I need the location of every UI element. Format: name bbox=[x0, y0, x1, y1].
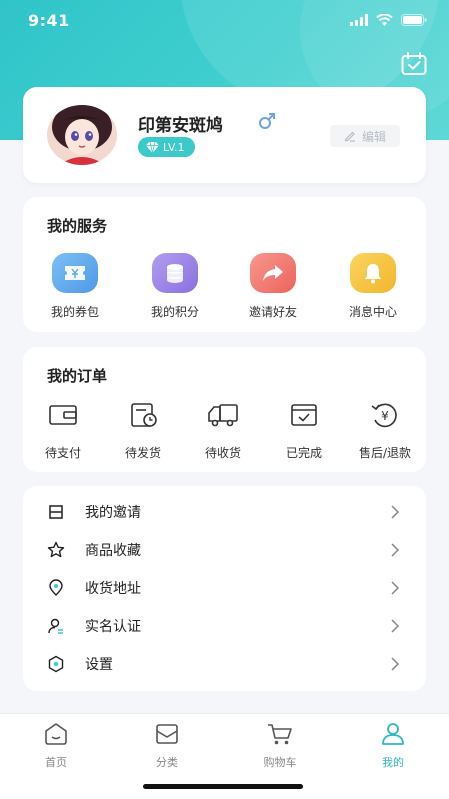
profile-card: 印第安斑鸠 LV.1 编辑 bbox=[23, 87, 426, 183]
order-label: 待收货 bbox=[204, 446, 241, 460]
orders-title: 我的订单 bbox=[47, 367, 108, 385]
order-label: 已完成 bbox=[285, 446, 322, 460]
menu-item-invitations[interactable]: 我的邀请 bbox=[23, 493, 426, 531]
orders-card: 我的订单 待支付 待发货 待收货 已完成 ¥ 售后/退款 bbox=[23, 347, 426, 472]
order-completed[interactable]: 已完成 bbox=[272, 402, 336, 461]
level-label: LV.1 bbox=[163, 140, 185, 154]
tab-label: 我的 bbox=[382, 756, 404, 769]
order-pending-payment[interactable]: 待支付 bbox=[31, 402, 95, 461]
tab-home[interactable]: 首页 bbox=[16, 722, 96, 770]
cart-icon bbox=[268, 724, 292, 745]
menu-item-settings[interactable]: 设置 bbox=[23, 645, 426, 683]
chevron-right-icon bbox=[391, 543, 400, 557]
edit-label: 编辑 bbox=[361, 129, 386, 144]
order-after-sales[interactable]: ¥ 售后/退款 bbox=[353, 402, 417, 461]
truck-icon bbox=[208, 404, 238, 427]
profile-icon bbox=[382, 723, 404, 745]
user-verify-icon bbox=[48, 618, 63, 634]
tab-category[interactable]: 分类 bbox=[127, 722, 207, 770]
order-pending-receipt[interactable]: 待收货 bbox=[191, 402, 255, 461]
tab-profile[interactable]: 我的 bbox=[353, 722, 433, 770]
chevron-right-icon bbox=[391, 619, 400, 633]
check-box-icon bbox=[291, 404, 317, 426]
checkin-calendar-icon[interactable] bbox=[401, 52, 427, 76]
service-label: 邀请好友 bbox=[248, 305, 297, 319]
service-label: 消息中心 bbox=[348, 305, 397, 319]
service-points[interactable]: 我的积分 bbox=[135, 253, 215, 320]
refund-icon: ¥ bbox=[371, 403, 397, 428]
home-indicator[interactable] bbox=[143, 784, 303, 789]
tab-label: 首页 bbox=[45, 756, 67, 769]
home-icon bbox=[45, 723, 67, 745]
svg-text:¥: ¥ bbox=[381, 409, 389, 423]
service-label: 我的积分 bbox=[150, 305, 199, 319]
order-pending-shipment[interactable]: 待发货 bbox=[111, 402, 175, 461]
clock-box-icon bbox=[131, 403, 157, 427]
order-label: 待发货 bbox=[124, 446, 161, 460]
share-icon bbox=[250, 253, 296, 293]
tab-label: 分类 bbox=[156, 756, 178, 769]
wallet-icon bbox=[49, 405, 77, 425]
wifi-icon bbox=[376, 14, 393, 26]
menu-item-address[interactable]: 收货地址 bbox=[23, 569, 426, 607]
location-icon bbox=[49, 579, 63, 596]
invite-icon bbox=[49, 505, 63, 519]
services-card: 我的服务 我的券包 我的积分 邀请好友 消息中心 bbox=[23, 197, 426, 332]
chevron-right-icon bbox=[391, 505, 400, 519]
username: 印第安斑鸠 bbox=[138, 116, 223, 136]
star-icon bbox=[47, 541, 65, 558]
status-icons bbox=[350, 14, 427, 26]
bell-icon bbox=[350, 253, 396, 293]
settings-icon bbox=[48, 655, 64, 673]
order-label: 待支付 bbox=[44, 446, 81, 460]
service-coupons[interactable]: 我的券包 bbox=[35, 253, 115, 320]
chevron-right-icon bbox=[391, 657, 400, 671]
menu-label: 收货地址 bbox=[85, 581, 141, 597]
status-bar: 9:41 bbox=[0, 0, 449, 40]
menu-label: 商品收藏 bbox=[85, 543, 141, 559]
level-badge: LV.1 bbox=[138, 137, 195, 157]
category-icon bbox=[156, 724, 178, 744]
diamond-icon bbox=[146, 141, 159, 153]
avatar[interactable] bbox=[47, 105, 117, 165]
service-messages[interactable]: 消息中心 bbox=[333, 253, 413, 320]
battery-icon bbox=[401, 14, 427, 26]
coupon-icon bbox=[52, 253, 98, 293]
points-icon bbox=[152, 253, 198, 293]
tab-cart[interactable]: 购物车 bbox=[240, 722, 320, 770]
signal-icon bbox=[350, 14, 368, 26]
menu-card: 我的邀请 商品收藏 收货地址 实名认证 设置 bbox=[23, 486, 426, 691]
service-label: 我的券包 bbox=[50, 305, 99, 319]
chevron-right-icon bbox=[391, 581, 400, 595]
tab-label: 购物车 bbox=[263, 756, 297, 769]
order-label: 售后/退款 bbox=[358, 446, 412, 460]
edit-profile-button[interactable]: 编辑 bbox=[330, 125, 400, 147]
male-gender-icon bbox=[259, 113, 275, 129]
menu-item-favorites[interactable]: 商品收藏 bbox=[23, 531, 426, 569]
menu-item-real-name[interactable]: 实名认证 bbox=[23, 607, 426, 645]
status-time: 9:41 bbox=[28, 10, 70, 30]
menu-label: 设置 bbox=[85, 657, 113, 673]
menu-label: 实名认证 bbox=[85, 619, 141, 635]
menu-label: 我的邀请 bbox=[85, 505, 141, 521]
services-title: 我的服务 bbox=[47, 217, 108, 235]
service-invite-friends[interactable]: 邀请好友 bbox=[233, 253, 313, 320]
pencil-icon bbox=[344, 131, 355, 142]
